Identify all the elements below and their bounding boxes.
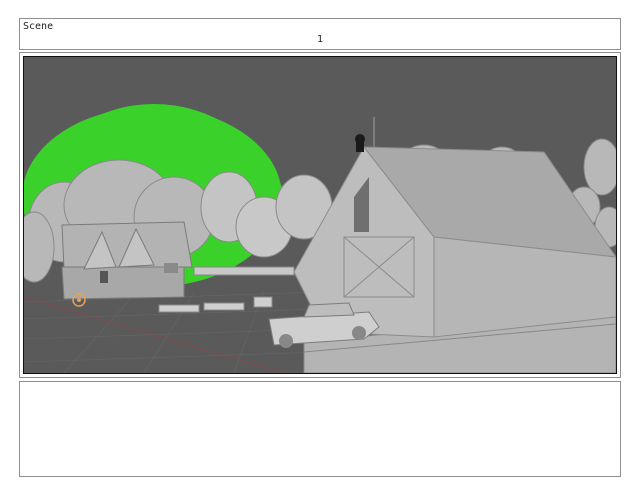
shot-number: 1 xyxy=(316,34,324,45)
notes-panel[interactable] xyxy=(19,381,621,477)
crates xyxy=(158,296,273,313)
viewport-scene-svg xyxy=(24,103,616,373)
scene-header-panel: Scene 1 xyxy=(19,18,621,50)
storyboard-frame-panel xyxy=(19,52,621,378)
small-house xyxy=(61,221,193,300)
scene-label: Scene xyxy=(23,21,54,32)
3d-viewport-render[interactable] xyxy=(23,56,617,374)
